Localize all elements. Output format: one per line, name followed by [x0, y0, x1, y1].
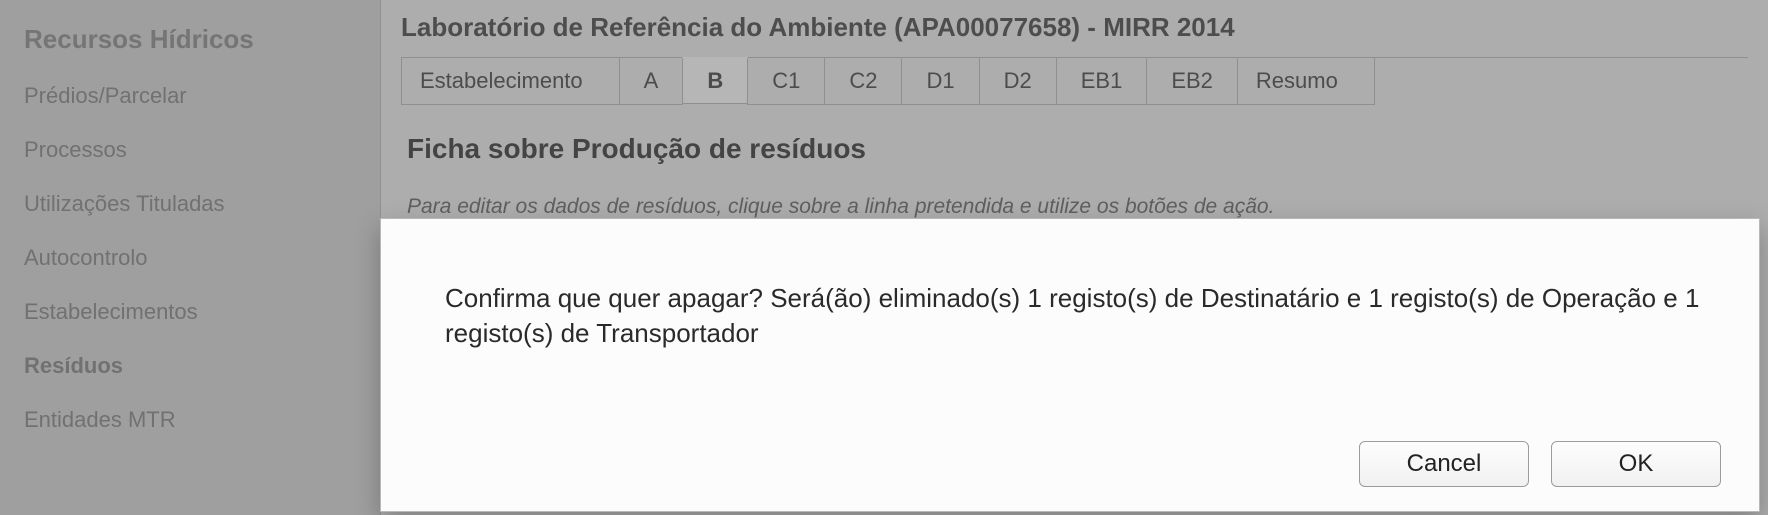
sidebar-item-label: Processos	[24, 137, 127, 162]
sidebar: Recursos Hídricos Prédios/Parcelar Proce…	[0, 0, 380, 515]
tab-c1[interactable]: C1	[747, 58, 825, 105]
sidebar-item-label: Resíduos	[24, 353, 123, 378]
sidebar-item-processos[interactable]: Processos	[0, 123, 380, 177]
tab-resumo[interactable]: Resumo	[1237, 58, 1375, 105]
sidebar-item-label: Recursos Hídricos	[24, 24, 254, 54]
section-heading: Ficha sobre Produção de resíduos	[407, 133, 1742, 165]
sidebar-item-estabelecimentos[interactable]: Estabelecimentos	[0, 285, 380, 339]
cancel-button[interactable]: Cancel	[1359, 441, 1529, 487]
tab-label: D1	[926, 68, 954, 94]
sidebar-item-entidades-mtr[interactable]: Entidades MTR	[0, 393, 380, 447]
tab-label: B	[707, 68, 723, 94]
dialog-button-row: Cancel OK	[411, 441, 1729, 493]
sidebar-item-recursos-hidricos[interactable]: Recursos Hídricos	[0, 16, 380, 69]
tab-label: Estabelecimento	[420, 68, 583, 94]
tab-eb2[interactable]: EB2	[1146, 58, 1238, 105]
sidebar-item-label: Entidades MTR	[24, 407, 176, 432]
tab-label: D2	[1004, 68, 1032, 94]
tab-label: A	[644, 68, 659, 94]
sidebar-item-label: Autocontrolo	[24, 245, 148, 270]
tab-b[interactable]: B	[682, 57, 748, 104]
instruction-text: Para editar os dados de resíduos, clique…	[407, 195, 1742, 219]
tab-label: C1	[772, 68, 800, 94]
tab-eb1[interactable]: EB1	[1056, 58, 1148, 105]
dialog-message: Confirma que quer apagar? Será(ão) elimi…	[411, 247, 1729, 441]
sidebar-item-predios-parcelar[interactable]: Prédios/Parcelar	[0, 69, 380, 123]
tab-label: EB2	[1171, 68, 1213, 94]
sidebar-item-autocontrolo[interactable]: Autocontrolo	[0, 231, 380, 285]
sidebar-item-residuos[interactable]: Resíduos	[0, 339, 380, 393]
app-root: Recursos Hídricos Prédios/Parcelar Proce…	[0, 0, 1768, 515]
sidebar-item-label: Utilizações Tituladas	[24, 191, 225, 216]
tab-label: C2	[849, 68, 877, 94]
tab-c2[interactable]: C2	[824, 58, 902, 105]
tab-d1[interactable]: D1	[901, 58, 979, 105]
tab-estabelecimento[interactable]: Estabelecimento	[401, 58, 620, 105]
confirm-dialog: Confirma que quer apagar? Será(ão) elimi…	[380, 218, 1760, 512]
tab-bar: Estabelecimento A B C1 C2 D1 D2 EB1 EB2 …	[401, 57, 1748, 105]
tab-d2[interactable]: D2	[979, 58, 1057, 105]
sidebar-item-label: Estabelecimentos	[24, 299, 198, 324]
sidebar-item-label: Prédios/Parcelar	[24, 83, 187, 108]
tab-label: Resumo	[1256, 68, 1338, 94]
ok-button[interactable]: OK	[1551, 441, 1721, 487]
page-title: Laboratório de Referência do Ambiente (A…	[381, 0, 1768, 57]
tab-label: EB1	[1081, 68, 1123, 94]
sidebar-item-utilizacoes-tituladas[interactable]: Utilizações Tituladas	[0, 177, 380, 231]
tab-a[interactable]: A	[619, 58, 684, 105]
